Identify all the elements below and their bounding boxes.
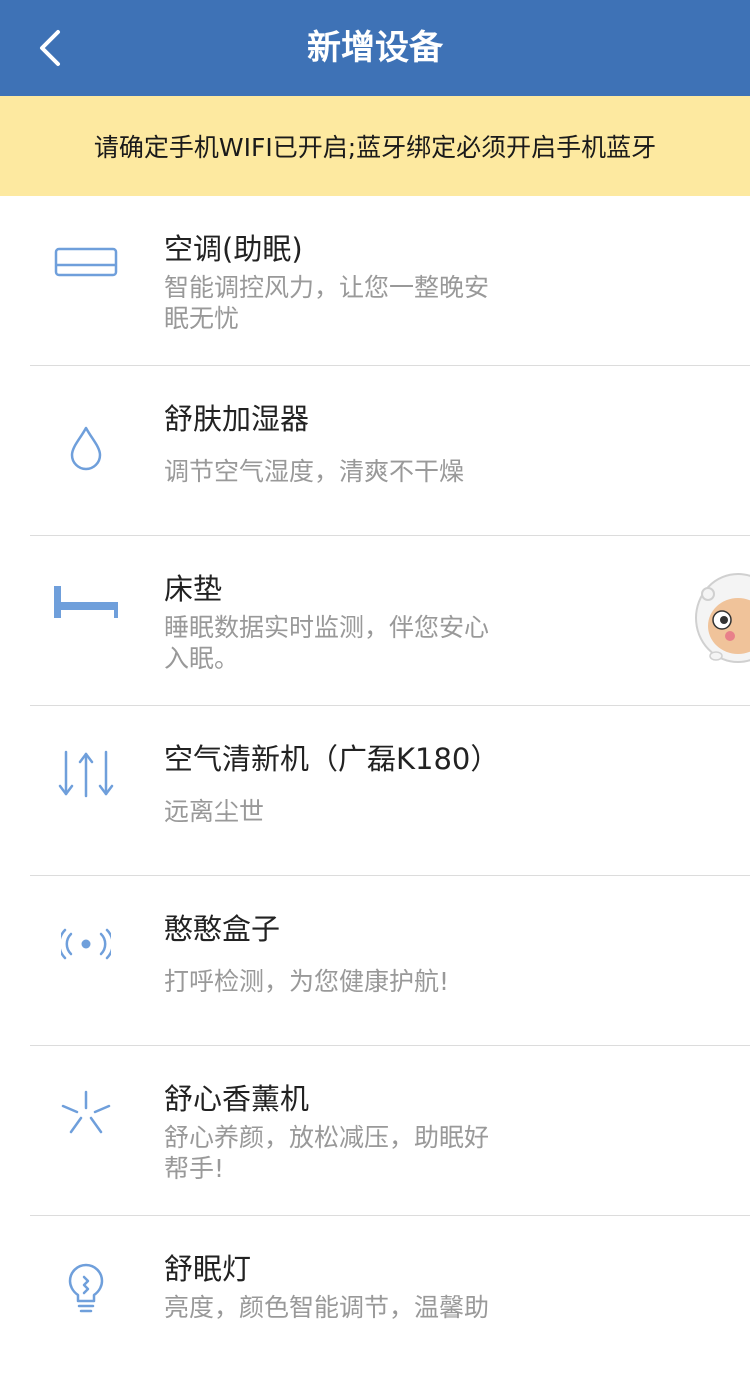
- back-button[interactable]: [26, 24, 74, 72]
- air-conditioner-icon: [46, 230, 126, 294]
- chevron-left-icon: [40, 30, 60, 66]
- device-name: 床垫: [164, 572, 223, 606]
- page-title: 新增设备: [307, 28, 443, 68]
- device-description: 调节空气湿度，清爽不干燥: [164, 457, 465, 486]
- device-name: 舒心香薰机: [164, 1082, 310, 1116]
- device-name: 舒眠灯: [164, 1252, 252, 1286]
- device-description: 打呼检测，为您健康护航!: [164, 967, 450, 996]
- device-description: 远离尘世: [164, 797, 265, 826]
- water-drop-icon: [46, 416, 126, 480]
- floating-assistant-mascot[interactable]: [692, 570, 750, 666]
- device-description: 亮度，颜色智能调节，温馨助: [164, 1293, 490, 1322]
- device-list: 空调(助眠) 智能调控风力，让您一整晚安眠无忧 舒肤加湿器 调节空气湿度，清爽不…: [0, 196, 750, 1386]
- device-item-air-purifier[interactable]: 空气清新机（广磊K180） 远离尘世: [0, 706, 750, 876]
- notice-banner: 请确定手机WIFI已开启;蓝牙绑定必须开启手机蓝牙: [0, 96, 750, 196]
- device-name: 空调(助眠): [164, 232, 303, 266]
- device-item-air-conditioner[interactable]: 空调(助眠) 智能调控风力，让您一整晚安眠无忧: [0, 196, 750, 366]
- device-description: 舒心养颜，放松减压，助眠好帮手!: [164, 1123, 490, 1183]
- device-name: 舒肤加湿器: [164, 402, 310, 436]
- bed-icon: [46, 570, 126, 634]
- header-bar: 新增设备: [0, 0, 750, 96]
- device-name: 空气清新机（广磊K180）: [164, 742, 500, 776]
- device-description: 睡眠数据实时监测，伴您安心入眠。: [164, 613, 490, 673]
- mascot-icon: [695, 573, 750, 663]
- sparkle-icon: [46, 1082, 126, 1146]
- device-item-humidifier[interactable]: 舒肤加湿器 调节空气湿度，清爽不干燥: [0, 366, 750, 536]
- device-name: 憨憨盒子: [164, 912, 281, 946]
- light-bulb-icon: [46, 1256, 126, 1320]
- signal-broadcast-icon: [46, 912, 126, 976]
- device-item-sleep-lamp[interactable]: 舒眠灯 亮度，颜色智能调节，温馨助: [0, 1216, 750, 1386]
- notice-text: 请确定手机WIFI已开启;蓝牙绑定必须开启手机蓝牙: [93, 133, 657, 162]
- device-description: 智能调控风力，让您一整晚安眠无忧: [164, 273, 490, 333]
- air-flow-icon: [46, 742, 126, 806]
- device-item-aroma-diffuser[interactable]: 舒心香薰机 舒心养颜，放松减压，助眠好帮手!: [0, 1046, 750, 1216]
- device-item-snore-box[interactable]: 憨憨盒子 打呼检测，为您健康护航!: [0, 876, 750, 1046]
- device-item-mattress[interactable]: 床垫 睡眠数据实时监测，伴您安心入眠。: [0, 536, 750, 706]
